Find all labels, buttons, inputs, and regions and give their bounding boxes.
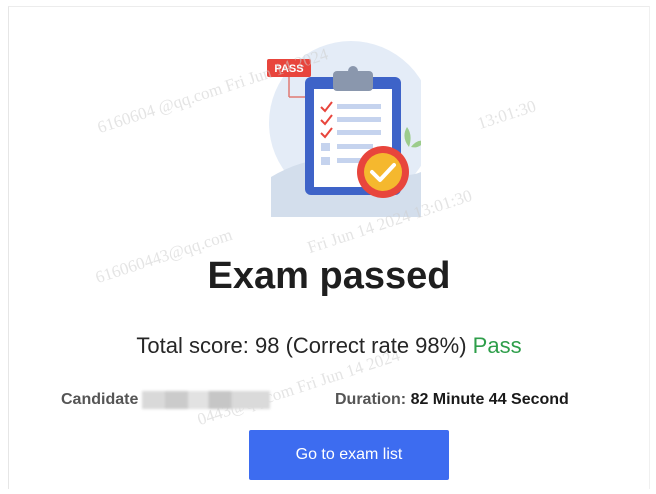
- candidate-info: Candidate: [61, 391, 271, 409]
- exam-passed-illustration: PASS: [267, 41, 421, 217]
- duration-value: 82 Minute 44 Second: [410, 391, 569, 408]
- score-line: Total score: 98 (Correct rate 98%) Pass: [9, 333, 649, 359]
- duration-info: Duration: 82 Minute 44 Second: [335, 391, 569, 409]
- candidate-name-redacted: [142, 391, 271, 409]
- pass-status: Pass: [472, 333, 522, 358]
- watermark: 13:01:30: [475, 96, 539, 134]
- exam-result-panel: PASS 6160604 @qq.com Fri Jun 14 2024 13:…: [8, 6, 650, 489]
- total-score-text: Total score: 98 (Correct rate 98%): [136, 333, 467, 358]
- go-to-exam-list-button[interactable]: Go to exam list: [249, 430, 449, 480]
- candidate-label: Candidate: [61, 391, 139, 409]
- result-title: Exam passed: [207, 255, 451, 297]
- pass-badge-text: PASS: [274, 63, 303, 75]
- duration-label: Duration:: [335, 391, 407, 408]
